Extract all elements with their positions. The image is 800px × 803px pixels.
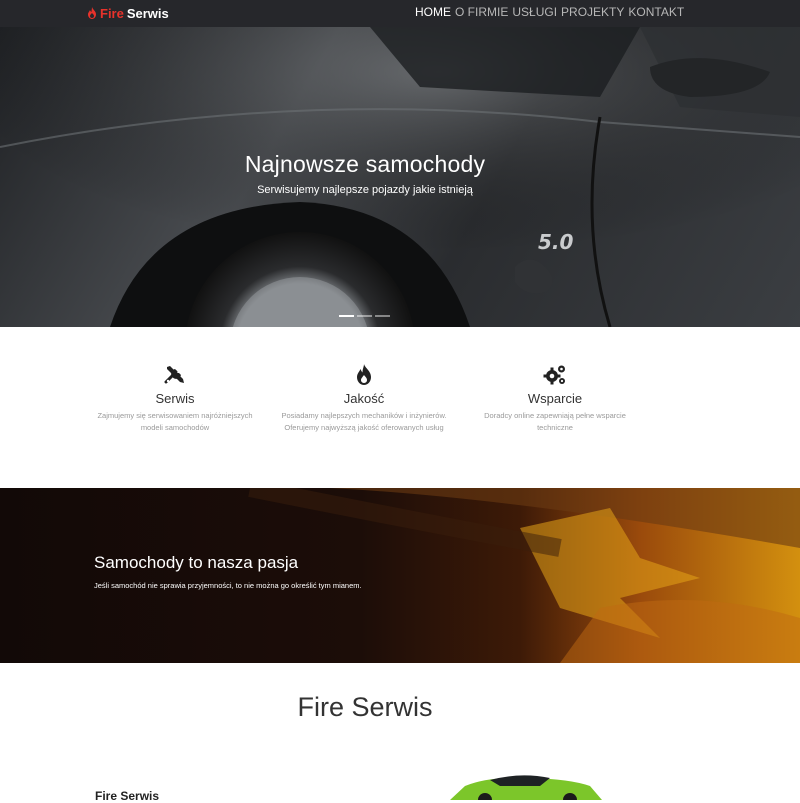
carousel-indicator-1[interactable]: [339, 315, 354, 317]
feature-support: Wsparcie Doradcy online zapewniają pełne…: [465, 363, 645, 434]
feature-quality: Jakość Posiadamy najlepszych mechaników …: [274, 363, 454, 434]
nav-link-projects[interactable]: PROJEKTY: [561, 4, 624, 20]
carousel-indicators: [339, 315, 390, 317]
fire-icon: [88, 7, 96, 19]
feature-text: Doradcy online zapewniają pełne wsparcie…: [484, 411, 626, 432]
carousel-indicator-2[interactable]: [357, 315, 372, 317]
svg-text:5.0: 5.0: [538, 230, 574, 254]
feature-service: Serwis Zajmujemy się serwisowaniem najró…: [85, 363, 265, 434]
sports-car-image: [450, 775, 602, 800]
banner-car-image: [248, 488, 800, 663]
nav-link-services[interactable]: USŁUGI: [512, 4, 557, 20]
banner-title: Samochody to nasza pasja: [94, 553, 299, 572]
banner-text: Jeśli samochód nie sprawia przyjemności,…: [94, 581, 362, 590]
nav-link-about[interactable]: O FIRMIE: [455, 4, 508, 20]
passion-banner: Samochody to nasza pasja Jeśli samochód …: [0, 488, 800, 663]
brand-name-first: Fire: [100, 5, 124, 21]
about-heading: Fire Serwis: [297, 692, 433, 722]
flame-icon: [357, 364, 371, 385]
feature-title: Jakość: [343, 391, 385, 406]
gears-icon: [543, 365, 565, 385]
hero-subtitle: Serwisujemy najlepsze pojazdy jakie istn…: [257, 184, 473, 196]
feature-text: Zajmujemy się serwisowaniem najróżniejsz…: [97, 411, 253, 432]
tools-icon: [164, 366, 184, 384]
feature-title: Wsparcie: [527, 391, 583, 406]
hero-carousel[interactable]: 5.0 Najnowsze samochody Serwisujemy najl…: [0, 27, 800, 327]
brand-logo[interactable]: Fire Serwis: [87, 4, 169, 22]
about-subheading: Fire Serwis: [95, 789, 160, 803]
carousel-indicator-3[interactable]: [375, 315, 390, 317]
features-section: Serwis Zajmujemy się serwisowaniem najró…: [0, 327, 800, 488]
navbar: Fire Serwis HOME O FIRMIE USŁUGI PROJEKTY…: [0, 0, 800, 27]
nav-link-home[interactable]: HOME: [415, 4, 451, 20]
feature-title: Serwis: [155, 391, 195, 406]
hero-title: Najnowsze samochody: [244, 151, 486, 177]
main-nav: HOME O FIRMIE USŁUGI PROJEKTY KONTAKT: [415, 4, 684, 20]
brand-name-second: Serwis: [126, 5, 169, 21]
feature-text: Posiadamy najlepszych mechaników i inżyn…: [281, 411, 447, 432]
nav-link-contact[interactable]: KONTAKT: [628, 4, 684, 20]
